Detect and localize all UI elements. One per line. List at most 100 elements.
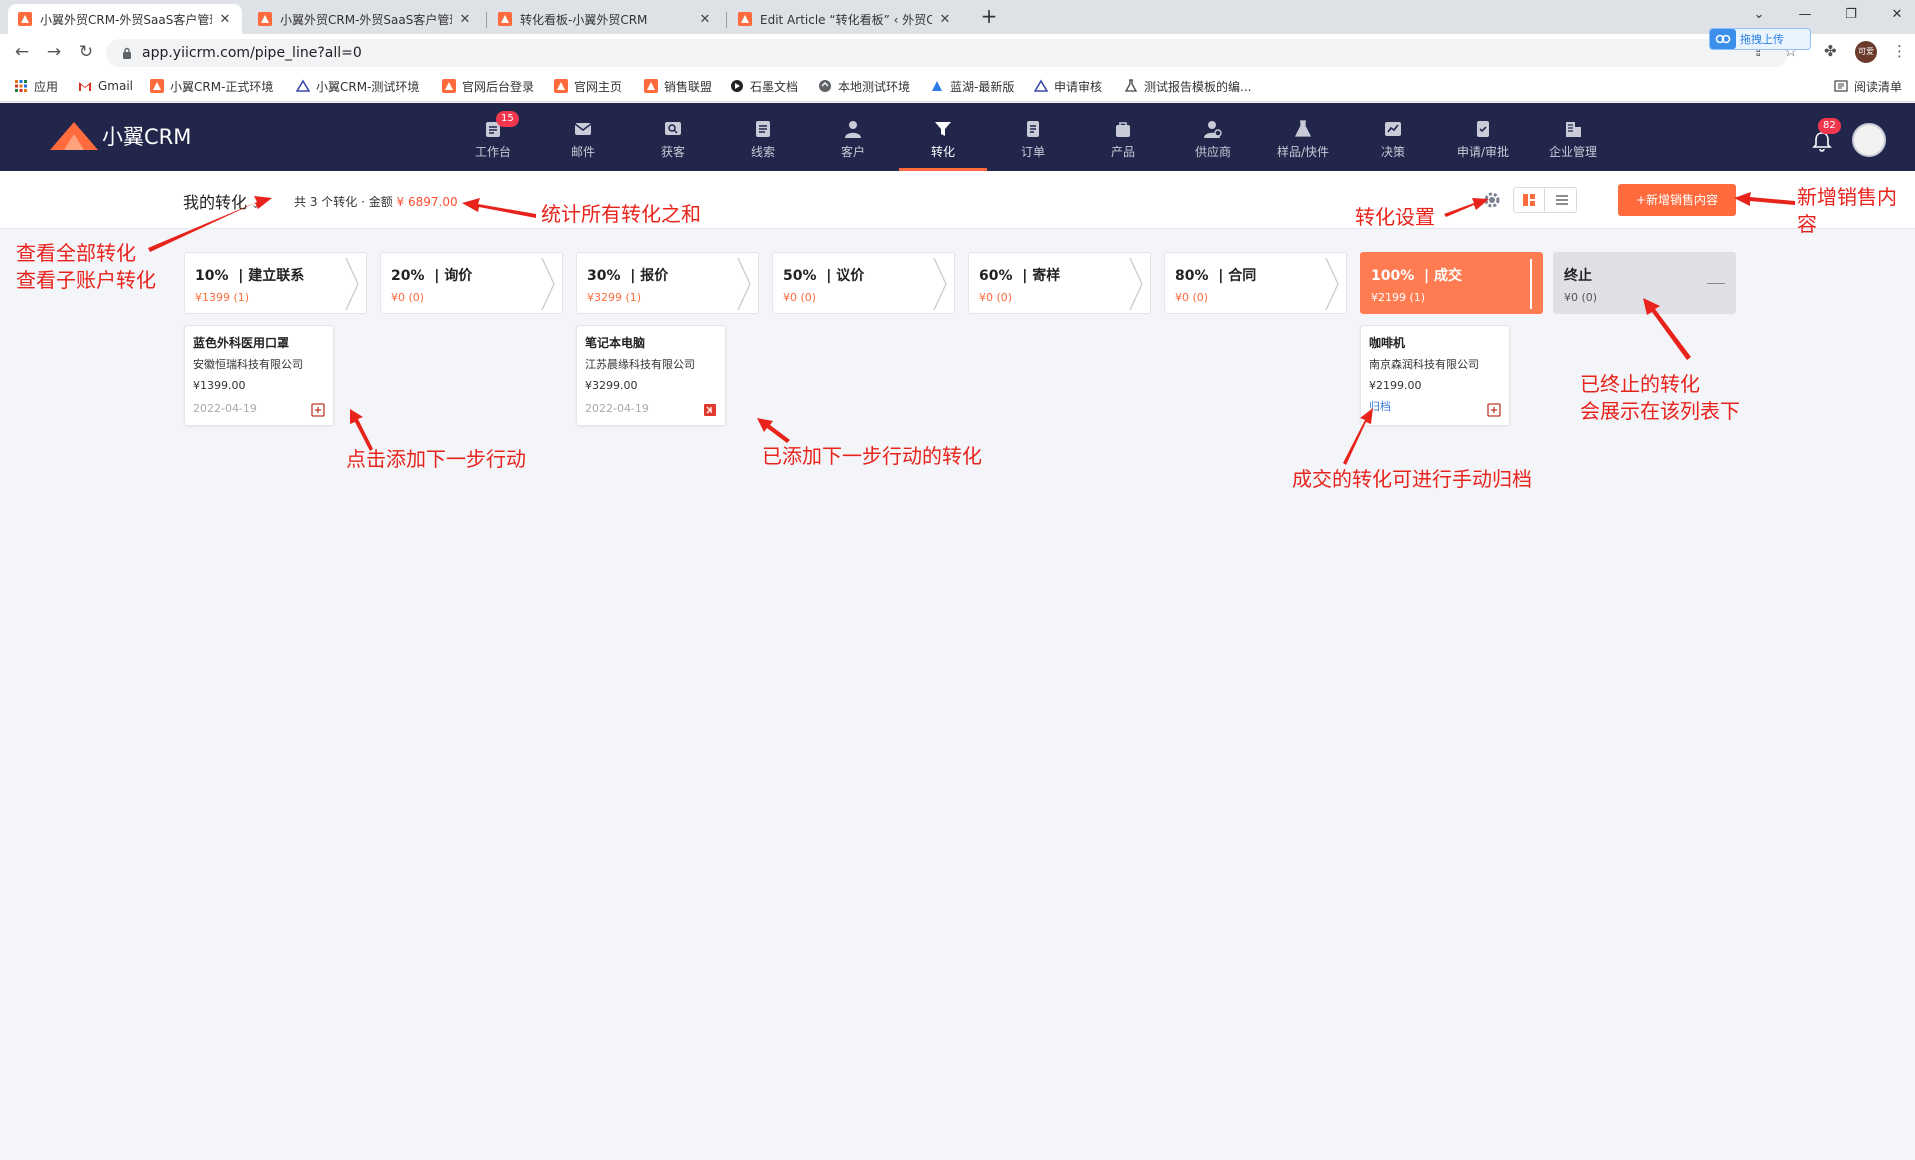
bookmark-item[interactable]: 小翼CRM-正式环境	[150, 70, 273, 102]
nav-company[interactable]: 企业管理	[1529, 103, 1617, 171]
nav-decisions[interactable]: 决策	[1349, 103, 1437, 171]
deal-date: 2022-04-19	[193, 402, 257, 415]
stage-column[interactable]: 30% | 报价 ¥3299 (1)	[576, 252, 759, 314]
baidu-upload-button[interactable]: 拖拽上传	[1709, 28, 1811, 50]
bookmark-item[interactable]: 石墨文档	[730, 70, 798, 102]
close-tab-icon[interactable]: ✕	[938, 12, 952, 27]
nav-customers[interactable]: 客户	[809, 103, 897, 171]
bookmark-item[interactable]: 测试报告模板的编...	[1124, 70, 1251, 102]
back-icon[interactable]: ←	[10, 40, 34, 64]
user-avatar[interactable]	[1852, 123, 1886, 157]
nav-orders[interactable]: 订单	[989, 103, 1077, 171]
nav-clues[interactable]: 线索	[719, 103, 807, 171]
arrow-shape	[350, 409, 373, 451]
app-favicon-icon	[442, 79, 456, 93]
stage-column-won[interactable]: 100% | 成交 ¥2199 (1)	[1360, 252, 1543, 314]
nav-products[interactable]: 产品	[1079, 103, 1167, 171]
address-bar-row: ← → ↻ app.yiicrm.com/pipe_line?all=0 ⇪ ☆…	[0, 34, 1915, 70]
scope-selector[interactable]: 我的转化 ⌄	[183, 189, 260, 213]
nav-mail[interactable]: 邮件	[539, 103, 627, 171]
stage-column[interactable]: 20% | 询价 ¥0 (0)	[380, 252, 563, 314]
restore-icon[interactable]: ❐	[1836, 4, 1866, 26]
browser-tab[interactable]: 小翼外贸CRM-外贸SaaS客户管理 ✕	[248, 4, 482, 34]
deal-name: 蓝色外科医用口罩	[193, 336, 290, 350]
stage-title: 100% | 成交	[1371, 268, 1463, 284]
nav-suppliers[interactable]: 供应商	[1169, 103, 1257, 171]
profile-avatar[interactable]: 可爱	[1855, 41, 1877, 63]
new-tab-button[interactable]: +	[977, 5, 1001, 29]
browser-tab[interactable]: 小翼外贸CRM-外贸SaaS客户管理 ✕	[8, 4, 242, 34]
stage-column[interactable]: 10% | 建立联系 ¥1399 (1)	[184, 252, 367, 314]
view-toggle	[1513, 187, 1577, 213]
close-tab-icon[interactable]: ✕	[458, 12, 472, 27]
add-sales-button[interactable]: +新增销售内容	[1618, 184, 1736, 216]
tab-search-icon[interactable]: ⌄	[1744, 4, 1774, 26]
nav-samples[interactable]: 样品/快件	[1259, 103, 1347, 171]
bookmark-gmail[interactable]: Gmail	[78, 70, 133, 102]
sample-icon	[1294, 120, 1312, 137]
forward-icon[interactable]: →	[42, 40, 66, 64]
deal-date: 2022-04-19	[585, 402, 649, 415]
stage-name: 询价	[444, 268, 473, 284]
app-favicon-icon	[258, 12, 272, 26]
bookmark-apps[interactable]: 应用	[14, 70, 58, 102]
stage-title: 50% | 议价	[783, 268, 865, 284]
close-window-icon[interactable]: ✕	[1882, 4, 1912, 26]
pipeline-toolbar: 我的转化 ⌄ 共 3 个转化 · 金额 ¥ 6897.00 +新增销售内容	[0, 171, 1915, 229]
deal-card[interactable]: 笔记本电脑 江苏晨缘科技有限公司 ¥3299.00 2022-04-19	[576, 325, 726, 426]
nav-acquire[interactable]: 获客	[629, 103, 717, 171]
close-tab-icon[interactable]: ✕	[698, 12, 712, 27]
bookmark-item[interactable]: 蓝湖-最新版	[930, 70, 1014, 102]
app-favicon-icon	[738, 12, 752, 26]
bookmark-label: 销售联盟	[664, 79, 713, 94]
deal-card[interactable]: 咖啡机 南京森润科技有限公司 ¥2199.00 归档	[1360, 325, 1510, 426]
app-logo[interactable]: 小翼CRM	[50, 120, 191, 152]
close-tab-icon[interactable]: ✕	[218, 12, 232, 27]
bookmark-item[interactable]: 官网后台登录	[442, 70, 534, 102]
bookmark-item[interactable]: 销售联盟	[644, 70, 712, 102]
annotation-settings: 转化设置	[1355, 205, 1435, 229]
next-action-set-icon[interactable]	[703, 403, 717, 417]
bookmark-item[interactable]: 本地测试环境	[818, 70, 910, 102]
nav-label: 客户	[840, 145, 865, 159]
stage-percent: 20%	[391, 268, 425, 284]
minimize-icon[interactable]: —	[1790, 4, 1820, 26]
stage-column[interactable]: 80% | 合同 ¥0 (0)	[1164, 252, 1347, 314]
stage-column-ended[interactable]: 终止 ¥0 (0)	[1553, 252, 1736, 314]
reload-icon[interactable]: ↻	[74, 40, 98, 64]
stage-amount: ¥0 (0)	[979, 291, 1013, 304]
add-next-action-icon[interactable]	[1487, 403, 1501, 417]
reading-list[interactable]: 阅读清单	[1834, 70, 1902, 102]
nav-dashboard[interactable]: 15 工作台	[449, 103, 537, 171]
browser-tab[interactable]: 转化看板-小翼外贸CRM ✕	[488, 4, 722, 34]
deal-card[interactable]: 蓝色外科医用口罩 安徽恒瑞科技有限公司 ¥1399.00 2022-04-19	[184, 325, 334, 426]
add-next-action-icon[interactable]	[311, 403, 325, 417]
stage-column[interactable]: 60% | 寄样 ¥0 (0)	[968, 252, 1151, 314]
stage-percent: 30%	[587, 268, 621, 284]
browser-menu-icon[interactable]: ⋮	[1892, 42, 1907, 60]
tab-title: 转化看板-小翼外贸CRM	[520, 12, 648, 27]
extensions-icon[interactable]: ✤	[1824, 42, 1837, 60]
nav-conversions[interactable]: 转化	[899, 103, 987, 171]
stage-title: 60% | 寄样	[979, 268, 1061, 284]
scope-label: 我的转化	[183, 193, 248, 212]
browser-tab[interactable]: Edit Article “转化看板” ‹ 外贸CR ✕	[728, 4, 962, 34]
collapse-icon[interactable]	[1707, 283, 1725, 284]
funnel-icon	[935, 122, 951, 136]
url-field[interactable]: app.yiicrm.com/pipe_line?all=0	[106, 39, 1788, 67]
list-view-button[interactable]	[1546, 188, 1577, 212]
nav-label: 订单	[1020, 145, 1045, 159]
bookmark-item[interactable]: 申请审核	[1034, 70, 1102, 102]
stage-column[interactable]: 50% | 议价 ¥0 (0)	[772, 252, 955, 314]
stage-amount: ¥0 (0)	[1175, 291, 1209, 304]
bookmark-item[interactable]: 官网主页	[554, 70, 622, 102]
bookmark-item[interactable]: 小翼CRM-测试环境	[296, 70, 419, 102]
app-favicon-icon	[498, 12, 512, 26]
bell-icon[interactable]	[1812, 131, 1832, 153]
board-view-button[interactable]	[1514, 188, 1545, 212]
stage-percent: 80%	[1175, 268, 1209, 284]
nav-approvals[interactable]: 申请/审批	[1439, 103, 1527, 171]
archive-link[interactable]: 归档	[1369, 398, 1391, 414]
tab-separator	[486, 12, 487, 28]
gear-icon[interactable]	[1483, 191, 1501, 209]
